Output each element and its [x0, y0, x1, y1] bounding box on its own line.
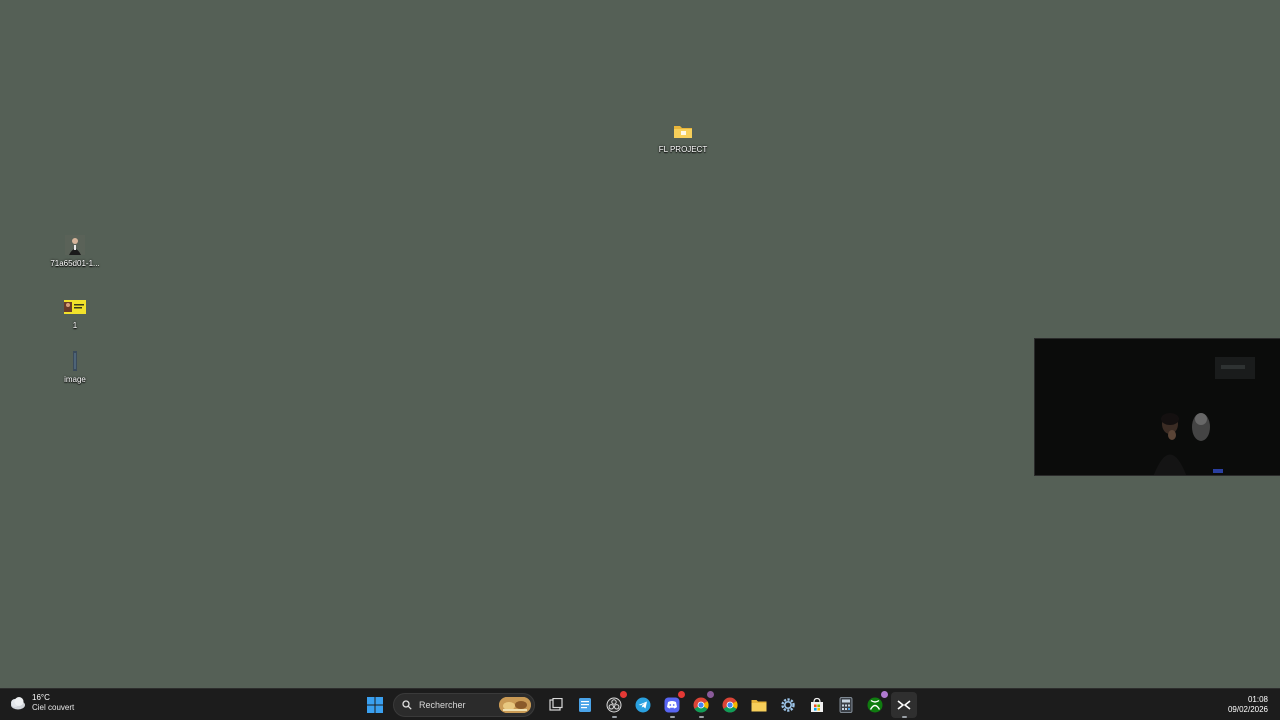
xbox-button[interactable] [862, 691, 888, 718]
chrome-icon [722, 697, 738, 713]
gear-icon [781, 698, 795, 712]
desktop-icon-label: 71a65d01-1... [50, 259, 100, 268]
notepad-icon [579, 698, 591, 712]
calculator-button[interactable] [833, 692, 859, 718]
desktop-icon-label: 1 [72, 321, 78, 330]
file-explorer-button[interactable] [746, 692, 772, 718]
taskbar: 16°C Ciel couvert Rechercher 01:08 09/02… [0, 688, 1280, 720]
desktop-icon-label: image [64, 375, 86, 384]
desktop-icon-photo[interactable]: 71a65d01-1... [40, 234, 110, 268]
profile-badge [707, 691, 714, 698]
desktop[interactable]: FL PROJECT 71a65d01-1... 1 image [0, 0, 1280, 688]
system-clock[interactable]: 01:08 09/02/2026 [1228, 695, 1268, 715]
discord-button[interactable] [659, 691, 685, 718]
capcut-button[interactable] [891, 692, 917, 718]
start-button[interactable] [362, 692, 388, 718]
discord-icon [664, 697, 680, 713]
folder-icon [671, 120, 695, 142]
capcut-icon [897, 700, 911, 710]
webcam-feed [1035, 339, 1280, 475]
search-highlight-icon [499, 697, 531, 713]
task-view-icon [549, 698, 563, 711]
clock-date: 09/02/2026 [1227, 705, 1268, 714]
microsoft-store-button[interactable] [804, 692, 830, 718]
webcam-overlay [1034, 338, 1280, 476]
telegram-icon [635, 697, 651, 713]
weather-temperature: 16°C [32, 693, 50, 702]
image-thumbnail-icon [63, 234, 87, 256]
store-icon [811, 697, 823, 712]
chrome-button[interactable] [717, 692, 743, 718]
notepad-button[interactable] [572, 692, 598, 718]
cloud-icon [11, 697, 25, 710]
settings-button[interactable] [775, 692, 801, 718]
folder-icon [751, 700, 767, 712]
weather-condition: Ciel couvert [32, 703, 75, 712]
xbox-icon [867, 697, 883, 713]
desktop-icon-fl-project[interactable]: FL PROJECT [648, 120, 718, 154]
task-view-button[interactable] [543, 692, 569, 718]
image-thumbnail-icon [63, 296, 87, 318]
search-placeholder: Rechercher [419, 700, 466, 710]
desktop-icon-1[interactable]: 1 [40, 296, 110, 330]
chrome-icon [693, 697, 709, 713]
desktop-icon-image[interactable]: image [40, 350, 110, 384]
desktop-icon-label: FL PROJECT [658, 145, 708, 154]
obs-button[interactable] [601, 691, 627, 718]
chrome-profile-button[interactable] [688, 691, 714, 718]
taskbar-center: Rechercher [362, 689, 920, 720]
image-thumbnail-icon [63, 350, 87, 372]
obs-icon [606, 697, 622, 713]
windows-start-icon [367, 697, 383, 713]
notification-badge [881, 691, 888, 698]
calculator-icon [839, 697, 853, 713]
weather-widget[interactable]: 16°C Ciel couvert [8, 693, 74, 713]
search-icon [402, 700, 412, 710]
search-input[interactable]: Rechercher [393, 693, 535, 717]
telegram-button[interactable] [630, 692, 656, 718]
notification-badge [678, 691, 685, 698]
clock-time: 01:08 [1247, 695, 1268, 704]
recording-badge [620, 691, 627, 698]
